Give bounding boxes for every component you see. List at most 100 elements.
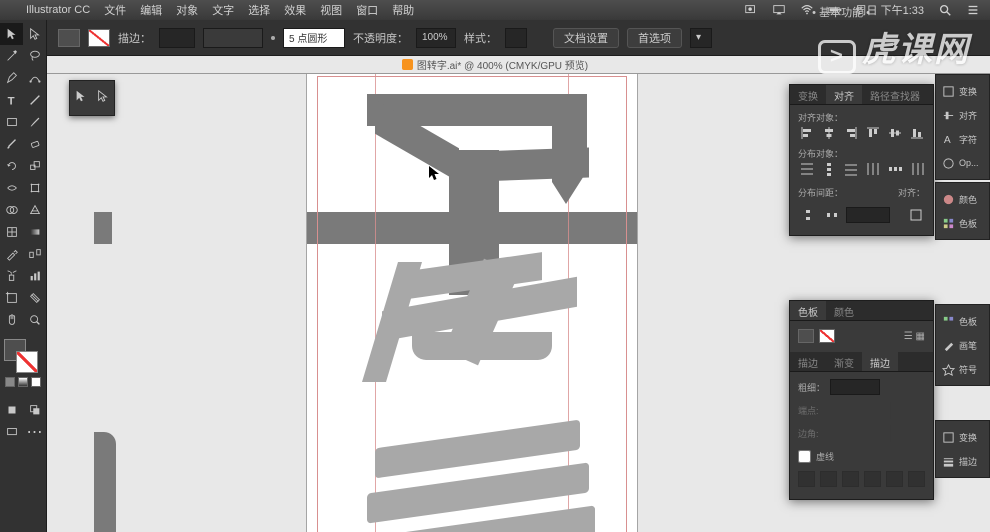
tool-options[interactable]: ⋯ <box>23 421 46 443</box>
dash-mode2[interactable] <box>906 448 925 465</box>
dist-left-button[interactable] <box>864 161 881 178</box>
menu-select[interactable]: 选择 <box>248 2 270 18</box>
dash-checkbox[interactable] <box>798 450 811 463</box>
tab-stroke2[interactable]: 描边 <box>790 352 826 371</box>
stroke-profile-field[interactable] <box>203 28 263 48</box>
fill-stroke-control[interactable] <box>0 337 46 375</box>
direct-selection-tool[interactable] <box>23 23 46 45</box>
gap-field[interactable] <box>820 471 837 487</box>
menu-type[interactable]: 文字 <box>212 2 234 18</box>
free-transform-tool[interactable] <box>23 177 46 199</box>
join-miter-button[interactable] <box>824 425 843 442</box>
tab-pathfinder[interactable]: 路径查找器 <box>862 85 928 104</box>
doc-setup-button[interactable]: 文档设置 <box>553 28 619 48</box>
scale-tool[interactable] <box>23 155 46 177</box>
menu-view[interactable]: 视图 <box>320 2 342 18</box>
none-mode[interactable] <box>31 377 41 387</box>
draw-mode-behind[interactable] <box>23 399 46 421</box>
menu-object[interactable]: 对象 <box>176 2 198 18</box>
gap-field-2[interactable] <box>864 471 881 487</box>
stroke-weight-field[interactable] <box>159 28 195 48</box>
search-icon[interactable] <box>938 3 952 17</box>
dock-swatches2[interactable]: 色板 <box>936 309 989 333</box>
airplay-icon[interactable] <box>772 3 786 17</box>
dist-hcenter-button[interactable] <box>886 161 903 178</box>
align-to-dropdown[interactable] <box>906 207 925 224</box>
panel-stroke-swatch[interactable] <box>819 329 835 343</box>
screen-record-icon[interactable] <box>744 3 758 17</box>
brush-field[interactable]: 5 点圆形 <box>283 28 345 48</box>
grid-icon[interactable]: ☰ ▦ <box>904 331 925 342</box>
paintbrush-tool[interactable] <box>23 111 46 133</box>
stroke-swatch[interactable] <box>88 29 110 47</box>
app-name[interactable]: Illustrator CC <box>26 4 90 16</box>
dist-hspace-button[interactable] <box>822 207 841 224</box>
dash-mode1[interactable] <box>882 448 901 465</box>
selection-tool[interactable] <box>0 23 23 45</box>
panel-fill-swatch[interactable] <box>798 329 814 343</box>
gap-field-3[interactable] <box>908 471 925 487</box>
type-tool[interactable]: T <box>0 89 23 111</box>
magic-wand-tool[interactable] <box>0 45 23 67</box>
align-left-button[interactable] <box>798 125 815 142</box>
dock-brushes[interactable]: 画笔 <box>936 333 989 357</box>
mesh-tool[interactable] <box>0 221 23 243</box>
dock-swatches[interactable]: 色板 <box>936 211 989 235</box>
tab-transform[interactable]: 变换 <box>790 85 826 104</box>
color-mode[interactable] <box>5 377 15 387</box>
symbol-sprayer-tool[interactable] <box>0 265 23 287</box>
weight-field[interactable] <box>830 379 880 395</box>
line-tool[interactable] <box>23 89 46 111</box>
menu-help[interactable]: 帮助 <box>392 2 414 18</box>
dock-stroke2[interactable]: 描边 <box>936 449 989 473</box>
dock-align[interactable]: 对齐 <box>936 103 989 127</box>
eyedropper-tool[interactable] <box>0 243 23 265</box>
spacing-field[interactable] <box>846 207 890 223</box>
dock-transform2[interactable]: 变换 <box>936 425 989 449</box>
dash-field-2[interactable] <box>842 471 859 487</box>
gradient-tool[interactable] <box>23 221 46 243</box>
dist-vcenter-button[interactable] <box>820 161 837 178</box>
dock-transform[interactable]: 变换 <box>936 79 989 103</box>
zoom-tool[interactable] <box>23 309 46 331</box>
align-right-button[interactable] <box>842 125 859 142</box>
align-bottom-button[interactable] <box>908 125 925 142</box>
tab-stroke3[interactable]: 描边 <box>862 352 898 371</box>
opacity-field[interactable]: 100% <box>416 28 456 48</box>
tab-color[interactable]: 颜色 <box>826 301 862 320</box>
fill-swatch[interactable] <box>58 29 80 47</box>
workspace-switcher[interactable]: • 基本功能 • <box>812 4 870 20</box>
shaper-tool[interactable] <box>0 133 23 155</box>
dock-symbols[interactable]: 符号 <box>936 357 989 381</box>
dock-color[interactable]: 颜色 <box>936 187 989 211</box>
menu-file[interactable]: 文件 <box>104 2 126 18</box>
curvature-tool[interactable] <box>23 67 46 89</box>
cap-round-button[interactable] <box>848 402 867 419</box>
floating-tool-panel[interactable] <box>69 80 115 116</box>
cap-square-button[interactable] <box>872 402 891 419</box>
prefs-button[interactable]: 首选项 <box>627 28 682 48</box>
lasso-tool[interactable] <box>23 45 46 67</box>
stroke-color[interactable] <box>16 351 38 373</box>
dock-opentype[interactable]: Op... <box>936 151 989 175</box>
dist-right-button[interactable] <box>908 161 925 178</box>
document-tab[interactable]: 图转字.ai* @ 400% (CMYK/GPU 预览) <box>0 56 990 74</box>
dock-character[interactable]: A字符 <box>936 127 989 151</box>
dist-bottom-button[interactable] <box>842 161 859 178</box>
align-top-button[interactable] <box>864 125 881 142</box>
selection-tool-icon[interactable] <box>74 89 88 108</box>
width-tool[interactable] <box>0 177 23 199</box>
eraser-tool[interactable] <box>23 133 46 155</box>
cap-butt-button[interactable] <box>824 402 843 419</box>
pen-tool[interactable] <box>0 67 23 89</box>
rotate-tool[interactable] <box>0 155 23 177</box>
menu-icon[interactable] <box>966 3 980 17</box>
tab-gradient2[interactable]: 渐变 <box>826 352 862 371</box>
shape-builder-tool[interactable] <box>0 199 23 221</box>
dist-top-button[interactable] <box>798 161 815 178</box>
graph-tool[interactable] <box>23 265 46 287</box>
menu-effect[interactable]: 效果 <box>284 2 306 18</box>
style-dropdown[interactable] <box>505 28 527 48</box>
artboard-tool[interactable] <box>0 287 23 309</box>
dash-field-3[interactable] <box>886 471 903 487</box>
